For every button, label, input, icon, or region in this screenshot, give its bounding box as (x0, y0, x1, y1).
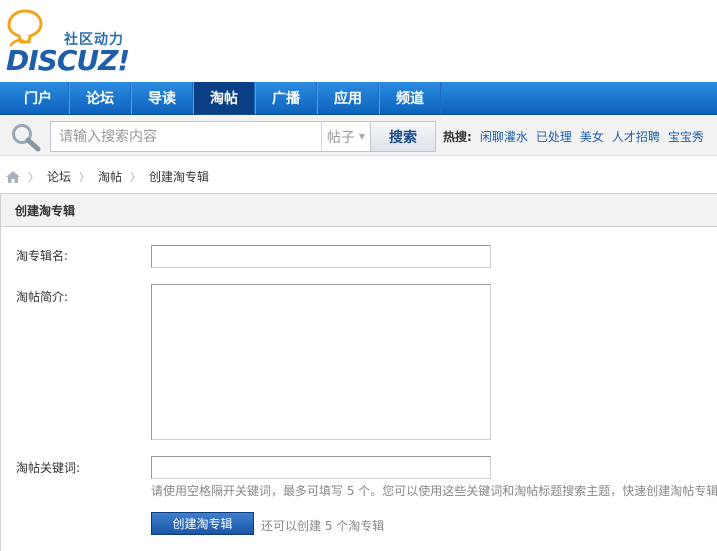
hot-search-link[interactable]: 已处理 (536, 128, 572, 145)
nav-item-portal[interactable]: 门户 (8, 82, 69, 114)
nav-item-guide[interactable]: 导读 (131, 82, 193, 114)
panel-title: 创建淘专辑 (0, 193, 717, 227)
hot-search-link[interactable]: 美女 (580, 128, 604, 145)
breadcrumb-current: 创建淘专辑 (149, 170, 210, 184)
site-logo[interactable]: 社区动力 DISCUZ! (0, 0, 140, 80)
lightbulb-icon (7, 9, 43, 47)
intro-label: 淘帖简介: (16, 290, 69, 304)
keywords-hint: 请使用空格隔开关键词，最多可填写 5 个。您可以使用这些关键词和淘帖标题搜索主题… (151, 484, 717, 498)
search-box: 帖子 ▼ 搜索 (50, 121, 436, 152)
breadcrumb-forum[interactable]: 论坛 (47, 168, 71, 185)
logo-wordmark: DISCUZ! (6, 44, 130, 77)
search-input[interactable] (51, 122, 321, 151)
breadcrumb-separator: 〉 (28, 170, 39, 184)
collection-name-input[interactable] (151, 245, 491, 268)
remaining-count-text: 还可以创建 5 个淘专辑 (261, 519, 385, 533)
name-label: 淘专辑名: (16, 249, 69, 263)
nav-item-collection[interactable]: 淘帖 (193, 82, 255, 114)
breadcrumb-separator: 〉 (79, 170, 91, 184)
search-icon (12, 124, 41, 152)
chevron-down-icon: ▼ (358, 132, 366, 141)
breadcrumb-separator: 〉 (130, 170, 142, 184)
hot-search-link[interactable]: 闲聊灌水 (480, 128, 528, 145)
hot-search-link[interactable]: 宝宝秀 (668, 128, 704, 145)
breadcrumb-collection[interactable]: 淘帖 (98, 168, 122, 185)
nav-item-apps[interactable]: 应用 (317, 82, 379, 114)
nav-item-forum[interactable]: 论坛 (69, 82, 131, 114)
main-nav: 门户 论坛 导读 淘帖 广播 应用 频道 (0, 82, 717, 115)
nav-item-broadcast[interactable]: 广播 (255, 82, 317, 114)
keywords-input[interactable] (151, 456, 491, 479)
hot-search-link[interactable]: 人才招聘 (612, 128, 660, 145)
search-bar: 帖子 ▼ 搜索 热搜: 闲聊灌水 已处理 美女 人才招聘 宝宝秀 (0, 116, 717, 156)
nav-item-channel[interactable]: 频道 (379, 82, 441, 114)
search-button[interactable]: 搜索 (370, 122, 435, 151)
keywords-label: 淘帖关键词: (16, 461, 81, 475)
hot-search-label: 热搜: (443, 130, 472, 144)
search-type-label: 帖子 (326, 129, 355, 146)
search-type-select[interactable]: 帖子 ▼ (321, 122, 370, 151)
breadcrumb: 〉 论坛 〉 淘帖 〉 创建淘专辑 (6, 168, 209, 185)
home-icon[interactable] (6, 170, 20, 183)
hot-searches: 热搜: 闲聊灌水 已处理 美女 人才招聘 宝宝秀 (443, 128, 712, 145)
collection-intro-textarea[interactable] (151, 284, 491, 440)
create-collection-button[interactable]: 创建淘专辑 (151, 512, 254, 535)
